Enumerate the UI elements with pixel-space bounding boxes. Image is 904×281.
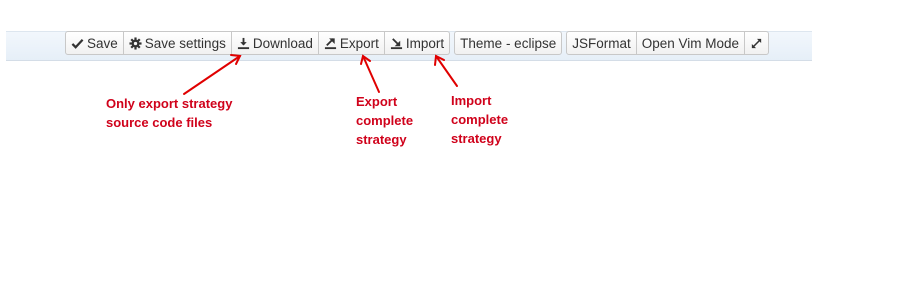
export-annotation: Export complete strategy (356, 92, 426, 149)
download-icon (237, 37, 250, 50)
import-button[interactable]: Import (384, 31, 451, 55)
export-annotation-line2: complete (356, 113, 414, 128)
import-annotation-line2: complete (451, 112, 509, 127)
download-annotation-line2: source code files (106, 115, 213, 130)
page: Save Save settings Download Export Impor… (0, 0, 904, 281)
import-annotation-line1: Import (451, 93, 492, 108)
export-arrow (360, 54, 380, 93)
import-annotation-line3: strategy (451, 131, 502, 146)
editor-toolbar: Save Save settings Download Export Impor… (65, 31, 773, 55)
save-button[interactable]: Save (65, 31, 124, 55)
theme-group: Theme - eclipse (454, 31, 563, 55)
jsformat-button-label: JSFormat (572, 35, 631, 51)
fullscreen-button[interactable] (745, 31, 770, 55)
jsformat-button[interactable]: JSFormat (566, 31, 637, 55)
vim-mode-button-label: Open Vim Mode (641, 35, 740, 51)
theme-button[interactable]: Theme - eclipse (454, 31, 563, 55)
save-settings-button-label: Save settings (144, 35, 226, 51)
import-icon (390, 37, 403, 50)
import-annotation: Import complete strategy (451, 91, 521, 148)
save-settings-button[interactable]: Save settings (123, 31, 232, 55)
check-icon (71, 37, 84, 50)
theme-button-label: Theme - eclipse (460, 35, 557, 51)
expand-icon (750, 37, 763, 50)
download-annotation: Only export strategy source code files (106, 94, 256, 132)
export-annotation-line1: Export (356, 94, 398, 109)
vim-mode-button[interactable]: Open Vim Mode (636, 31, 746, 55)
export-button[interactable]: Export (318, 31, 385, 55)
export-annotation-line3: strategy (356, 132, 407, 147)
import-button-label: Import (405, 35, 445, 51)
editor-options-group: JSFormat Open Vim Mode (566, 31, 770, 55)
export-icon (324, 37, 337, 50)
export-button-label: Export (339, 35, 379, 51)
download-button-label: Download (252, 35, 313, 51)
file-actions-group: Save Save settings Download Export Impor… (65, 31, 451, 55)
save-button-label: Save (87, 35, 118, 51)
download-button[interactable]: Download (231, 31, 319, 55)
gear-icon (129, 36, 142, 50)
download-annotation-line1: Only export strategy (106, 96, 233, 111)
